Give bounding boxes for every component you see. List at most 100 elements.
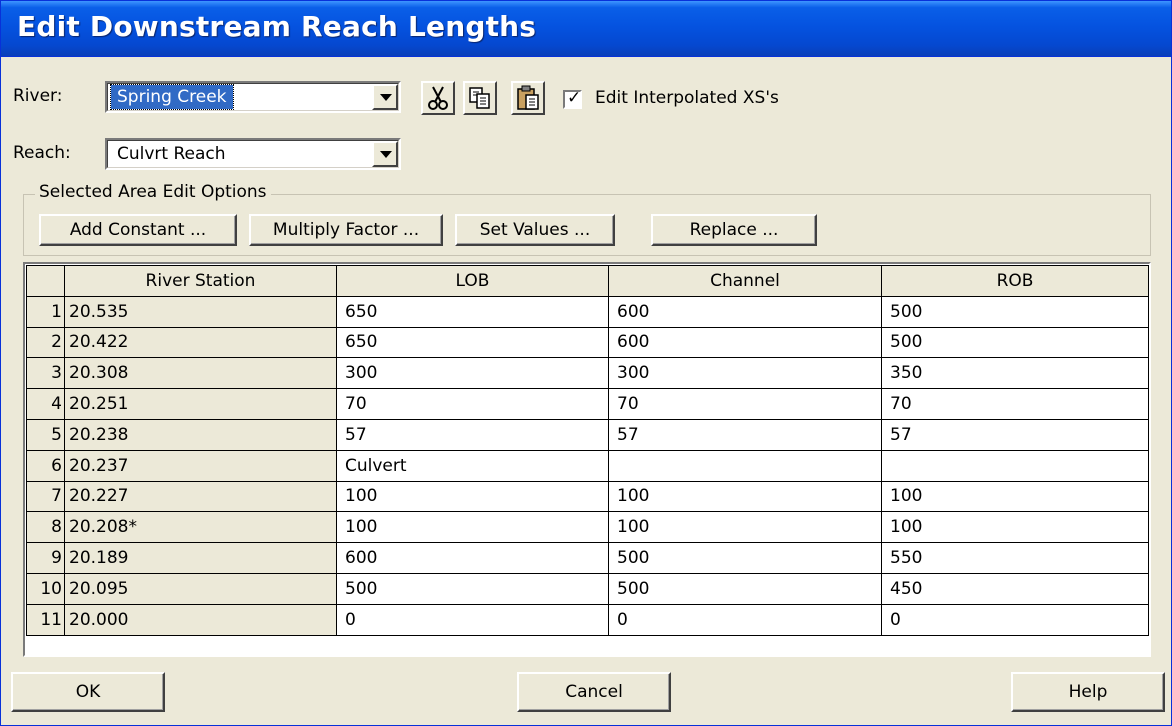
channel-cell[interactable] [608,449,882,482]
lob-cell[interactable]: 0 [336,603,609,636]
rob-cell[interactable]: 57 [881,418,1149,451]
title-bar[interactable]: Edit Downstream Reach Lengths [1,1,1171,57]
column-header-river-station[interactable]: River Station [64,265,337,297]
row-number: 8 [26,511,65,544]
table-row[interactable]: 9 20.189 600 500 550 [26,542,1149,574]
column-header-lob[interactable]: LOB [336,265,609,297]
lob-cell[interactable]: 500 [336,572,609,605]
table-row[interactable]: 11 20.000 0 0 0 [26,603,1149,636]
row-number: 3 [26,357,65,390]
checkmark-icon: ✓ [567,88,582,108]
set-values-button[interactable]: Set Values ... [455,214,615,246]
row-number: 6 [26,449,65,482]
reach-lengths-grid[interactable]: River Station LOB Channel ROB 1 20.535 650… [23,262,1151,657]
river-station-cell[interactable]: 20.308 [64,357,337,390]
river-station-cell[interactable]: 20.227 [64,480,337,513]
lob-cell[interactable]: 100 [336,511,609,544]
channel-cell[interactable]: 70 [608,388,882,420]
reach-lengths-table: River Station LOB Channel ROB 1 20.535 650… [26,265,1149,636]
channel-cell[interactable]: 500 [608,572,882,605]
lob-cell[interactable]: Culvert [336,449,609,482]
channel-cell[interactable]: 100 [608,480,882,513]
lob-cell[interactable]: 650 [336,295,609,328]
rob-cell[interactable] [881,449,1149,482]
reach-select[interactable]: Culvrt Reach [105,138,401,170]
table-row[interactable]: 4 20.251 70 70 70 [26,388,1149,420]
channel-cell[interactable]: 0 [608,603,882,636]
river-label: River: [13,86,63,106]
chevron-down-icon[interactable] [372,141,398,167]
river-station-cell[interactable]: 20.535 [64,295,337,328]
cancel-button[interactable]: Cancel [517,672,671,712]
river-station-cell[interactable]: 20.208* [64,511,337,544]
rob-cell[interactable]: 70 [881,388,1149,420]
row-number: 7 [26,480,65,513]
edit-options-title: Selected Area Edit Options [35,182,271,202]
paste-icon [517,85,539,110]
rob-cell[interactable]: 500 [881,295,1149,328]
river-station-cell[interactable]: 20.422 [64,326,337,359]
table-row[interactable]: 6 20.237 Culvert [26,449,1149,482]
lob-cell[interactable]: 70 [336,388,609,420]
reach-label: Reach: [13,143,71,163]
river-station-cell[interactable]: 20.238 [64,418,337,451]
row-number-header [26,265,65,297]
rob-cell[interactable]: 500 [881,326,1149,359]
river-select[interactable]: Spring Creek [105,81,401,113]
row-number: 5 [26,418,65,451]
chevron-down-icon[interactable] [372,84,398,110]
edit-interpolated-label[interactable]: Edit Interpolated XS's [595,88,779,108]
row-number: 9 [26,542,65,574]
river-select-value: Spring Creek [110,84,234,110]
table-row[interactable]: 3 20.308 300 300 350 [26,357,1149,390]
rob-cell[interactable]: 100 [881,480,1149,513]
replace-button[interactable]: Replace ... [651,214,817,246]
channel-cell[interactable]: 100 [608,511,882,544]
table-row[interactable]: 1 20.535 650 600 500 [26,295,1149,328]
rob-cell[interactable]: 550 [881,542,1149,574]
row-number: 1 [26,295,65,328]
scissors-icon [428,86,448,110]
window-title: Edit Downstream Reach Lengths [17,10,537,43]
rob-cell[interactable]: 450 [881,572,1149,605]
row-number: 11 [26,603,65,636]
channel-cell[interactable]: 600 [608,326,882,359]
table-row[interactable]: 2 20.422 650 600 500 [26,326,1149,359]
river-station-cell[interactable]: 20.237 [64,449,337,482]
river-station-cell[interactable]: 20.000 [64,603,337,636]
channel-cell[interactable]: 300 [608,357,882,390]
edit-interpolated-checkbox[interactable]: ✓ [563,88,582,109]
table-row[interactable]: 10 20.095 500 500 450 [26,572,1149,605]
rob-cell[interactable]: 350 [881,357,1149,390]
rob-cell[interactable]: 100 [881,511,1149,544]
reach-select-value: Culvrt Reach [117,144,226,164]
row-number: 2 [26,326,65,359]
table-header-row: River Station LOB Channel ROB [26,265,1149,297]
column-header-rob[interactable]: ROB [881,265,1149,297]
lob-cell[interactable]: 100 [336,480,609,513]
add-constant-button[interactable]: Add Constant ... [39,214,237,246]
lob-cell[interactable]: 300 [336,357,609,390]
copy-button[interactable] [463,81,497,115]
channel-cell[interactable]: 57 [608,418,882,451]
paste-button[interactable] [511,81,545,115]
row-number: 10 [26,572,65,605]
column-header-channel[interactable]: Channel [608,265,882,297]
table-row[interactable]: 5 20.238 57 57 57 [26,418,1149,451]
row-number: 4 [26,388,65,420]
help-button[interactable]: Help [1011,672,1165,712]
cut-button[interactable] [421,81,455,115]
multiply-factor-button[interactable]: Multiply Factor ... [249,214,443,246]
lob-cell[interactable]: 57 [336,418,609,451]
channel-cell[interactable]: 600 [608,295,882,328]
table-row[interactable]: 8 20.208* 100 100 100 [26,511,1149,544]
river-station-cell[interactable]: 20.189 [64,542,337,574]
table-row[interactable]: 7 20.227 100 100 100 [26,480,1149,513]
river-station-cell[interactable]: 20.095 [64,572,337,605]
lob-cell[interactable]: 650 [336,326,609,359]
channel-cell[interactable]: 500 [608,542,882,574]
river-station-cell[interactable]: 20.251 [64,388,337,420]
lob-cell[interactable]: 600 [336,542,609,574]
ok-button[interactable]: OK [11,672,165,712]
rob-cell[interactable]: 0 [881,603,1149,636]
